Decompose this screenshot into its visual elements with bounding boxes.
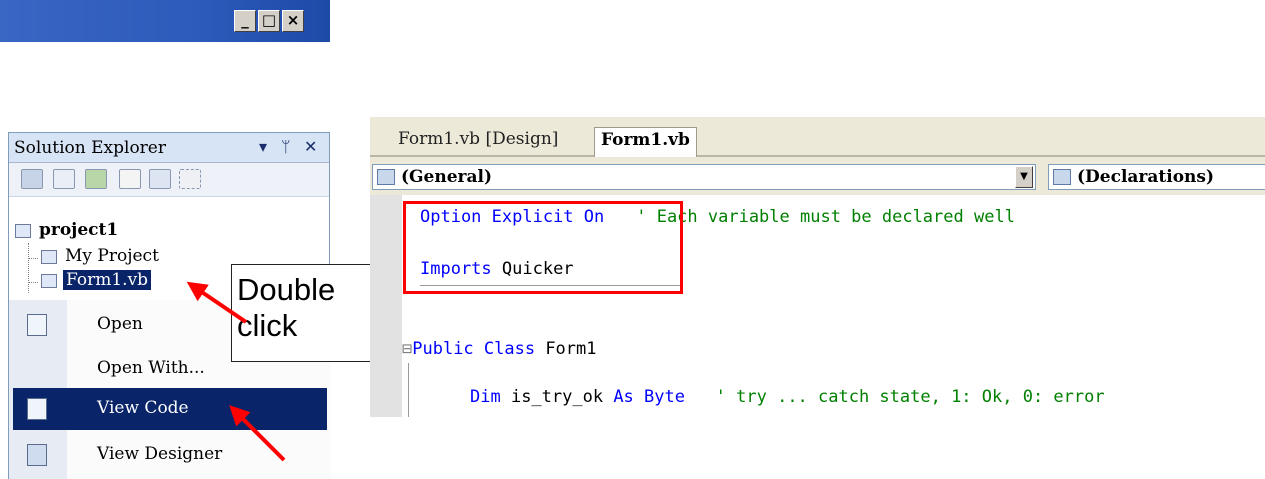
- code-keyword: As Byte: [613, 387, 685, 407]
- collapse-icon[interactable]: ⊟: [402, 339, 412, 359]
- editor-dropdown-bar: (General) ▼ (Declarations): [370, 157, 1265, 195]
- tab-form1-design[interactable]: Form1.vb [Design]: [398, 129, 558, 157]
- code-line-dim: Dim is_try_ok As Byte ' try ... catch st…: [470, 387, 1105, 407]
- editor-gutter: [370, 195, 402, 417]
- general-icon: [377, 169, 395, 185]
- code-line-public-class: ⊟Public Class Form1: [402, 339, 597, 359]
- code-editor-panel: Form1.vb [Design] Form1.vb (General) ▼ (…: [370, 117, 1265, 417]
- code-text: is_try_ok: [500, 387, 614, 407]
- code-text: Form1: [535, 339, 597, 359]
- code-keyword: Dim: [470, 387, 501, 407]
- general-dropdown[interactable]: (General) ▼: [372, 164, 1036, 190]
- general-dropdown-label: (General): [401, 167, 493, 187]
- outline-line: [408, 363, 409, 417]
- editor-tab-bar: Form1.vb [Design] Form1.vb: [370, 117, 1265, 157]
- code-comment: ' Each variable must be declared well: [636, 207, 1015, 227]
- declarations-icon: [1053, 169, 1071, 185]
- arrow-to-view-code: [229, 405, 286, 462]
- code-comment: ' try ... catch state, 1: Ok, 0: error: [684, 387, 1105, 407]
- chevron-down-icon[interactable]: ▼: [1015, 166, 1033, 188]
- arrow-to-form1: [186, 281, 248, 324]
- declarations-dropdown[interactable]: (Declarations): [1048, 164, 1265, 190]
- code-keyword: Public Class: [412, 339, 536, 359]
- declarations-dropdown-label: (Declarations): [1077, 167, 1215, 187]
- tab-form1-code[interactable]: Form1.vb: [594, 127, 697, 157]
- highlight-box: [403, 201, 683, 294]
